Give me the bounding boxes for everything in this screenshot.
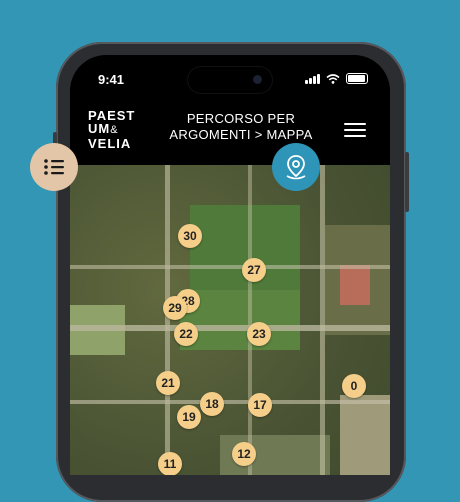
menu-icon[interactable] [344, 123, 366, 137]
app-header: PAEST UM& VELIA PERCORSO PER ARGOMENTI >… [70, 95, 390, 165]
map-field [340, 395, 390, 475]
map-road [70, 325, 390, 331]
map-road [70, 400, 390, 404]
app-logo[interactable]: PAEST UM& VELIA [88, 109, 135, 150]
map-field [190, 205, 300, 295]
map-field [340, 265, 370, 305]
logo-line-2: UM [88, 121, 111, 136]
map-road [165, 165, 170, 475]
status-bar: 9:41 [70, 55, 390, 95]
map-road [320, 165, 325, 475]
logo-ampersand: & [110, 124, 119, 136]
wifi-icon [326, 73, 340, 84]
marker-18[interactable]: 18 [200, 392, 224, 416]
marker-29[interactable]: 29 [163, 296, 187, 320]
map-road [248, 165, 252, 475]
marker-22[interactable]: 22 [174, 322, 198, 346]
location-pin-icon [286, 155, 306, 180]
page-title: PERCORSO PER ARGOMENTI > MAPPA [166, 111, 316, 143]
marker-23[interactable]: 23 [247, 322, 271, 346]
dynamic-island [188, 67, 272, 93]
map-road [70, 265, 390, 269]
marker-30[interactable]: 30 [178, 224, 202, 248]
signal-icon [305, 73, 320, 84]
phone-screen: 9:41 PAEST UM& VELIA PERCORSO PER ARGOME… [70, 55, 390, 475]
marker-27[interactable]: 27 [242, 258, 266, 282]
camera-icon [253, 75, 262, 84]
title-line-1: PERCORSO PER [186, 111, 296, 126]
marker-17[interactable]: 17 [248, 393, 272, 417]
status-time: 9:41 [98, 72, 125, 87]
marker-21[interactable]: 21 [156, 371, 180, 395]
location-button[interactable] [272, 143, 320, 191]
map-view[interactable]: 30 27 28 29 22 23 21 0 18 17 19 12 11 2 … [70, 165, 390, 475]
list-view-button[interactable] [30, 143, 78, 191]
title-line-2: ARGOMENTI > MAPPA [169, 127, 313, 142]
marker-11[interactable]: 11 [158, 452, 182, 475]
marker-0[interactable]: 0 [342, 374, 366, 398]
power-button [405, 152, 409, 212]
marker-12[interactable]: 12 [232, 442, 256, 466]
battery-icon [346, 73, 368, 84]
logo-line-3: VELIA [88, 136, 132, 151]
marker-19[interactable]: 19 [177, 405, 201, 429]
list-icon [44, 159, 64, 175]
status-icons [305, 73, 368, 84]
